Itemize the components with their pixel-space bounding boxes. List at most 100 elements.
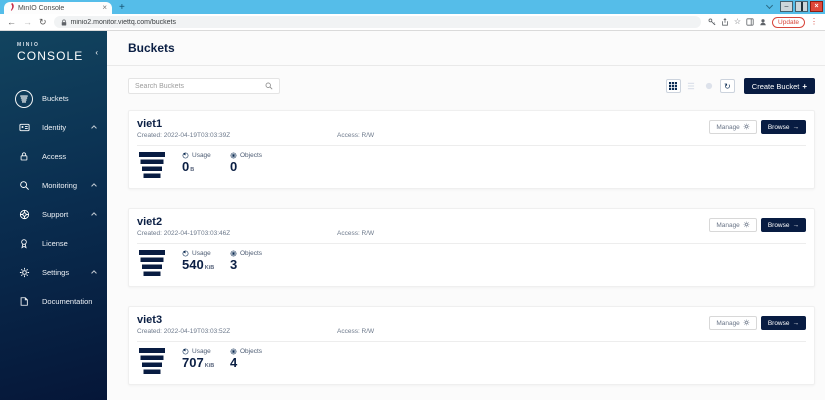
- usage-pie-icon: [182, 250, 189, 257]
- window-maximize-button[interactable]: [795, 1, 808, 12]
- sidebar-item-monitoring[interactable]: Monitoring: [0, 171, 107, 200]
- list-view-button[interactable]: [684, 79, 699, 93]
- key-icon[interactable]: [708, 18, 716, 26]
- sidebar-item-label: Settings: [42, 268, 70, 277]
- bucket-created: Created: 2022-04-19T03:03:46Z: [137, 230, 231, 237]
- minio-console-logo: MINIO CONSOLE: [0, 31, 107, 63]
- main-content: Buckets ↻ Create: [107, 31, 825, 400]
- window-controls: – ×: [765, 1, 823, 12]
- sidebar-item-license[interactable]: License: [0, 229, 107, 258]
- sidebar-item-label: License: [42, 239, 68, 248]
- sidebar-item-settings[interactable]: Settings: [0, 258, 107, 287]
- browser-titlebar: MinIO Console × + – ×: [0, 0, 825, 14]
- window-minimize-button[interactable]: –: [780, 1, 793, 12]
- sidebar-item-label: Access: [42, 152, 67, 161]
- side-panel-icon[interactable]: [746, 18, 754, 26]
- manage-button[interactable]: Manage: [709, 316, 757, 330]
- bucket-actions: Manage Browse →: [709, 218, 806, 232]
- bucket-icon: [137, 348, 167, 375]
- minio-console-app: MINIO CONSOLE ‹ Buckets Identity Access …: [0, 31, 825, 400]
- sidebar-item-access[interactable]: Access: [0, 142, 107, 171]
- minio-favicon-icon: [9, 3, 15, 13]
- chevron-down-icon[interactable]: [765, 1, 774, 9]
- bucket-icon: [137, 250, 167, 277]
- browser-tab[interactable]: MinIO Console ×: [4, 2, 112, 14]
- usage-unit: KiB: [204, 265, 215, 271]
- arrow-right-icon: →: [792, 221, 800, 229]
- back-button[interactable]: ←: [7, 17, 16, 27]
- usage-label: Usage: [192, 250, 211, 257]
- license-icon: [15, 235, 33, 253]
- bucket-list: viet1 Created: 2022-04-19T03:03:39Z Acce…: [128, 110, 815, 385]
- manage-label: Manage: [716, 319, 740, 327]
- sidebar-item-label: Identity: [42, 123, 67, 132]
- bucket-card-viet3: viet3 Created: 2022-04-19T03:03:52Z Acce…: [128, 306, 815, 385]
- gear-icon: [743, 319, 750, 328]
- gear-icon: [743, 221, 750, 230]
- profile-icon[interactable]: [759, 18, 767, 26]
- search-input[interactable]: [135, 82, 265, 90]
- usage-label-row: Usage: [182, 348, 216, 355]
- toolbar-right-icons: ☆ Update ⋮: [708, 16, 818, 28]
- chevron-up-icon: [91, 183, 97, 189]
- objects-stat: Objects 0: [230, 152, 264, 179]
- manage-button[interactable]: Manage: [709, 218, 757, 232]
- chevron-up-icon: [91, 125, 97, 131]
- gear-icon: [743, 123, 750, 132]
- usage-pie-icon: [182, 348, 189, 355]
- page-title: Buckets: [128, 41, 175, 55]
- create-bucket-label: Create Bucket: [751, 81, 800, 91]
- brand-minio: MINIO: [17, 42, 40, 48]
- sidebar-item-buckets[interactable]: Buckets: [0, 84, 107, 113]
- bucket-stats: Usage 540KiB Objects 3: [137, 250, 806, 277]
- sidebar-item-label: Buckets: [42, 94, 69, 103]
- browse-button[interactable]: Browse →: [760, 218, 806, 232]
- sidebar-item-documentation[interactable]: Documentation: [0, 287, 107, 316]
- access-lock-icon: [15, 148, 33, 166]
- usage-unit: KiB: [204, 363, 215, 369]
- browser-update-button[interactable]: Update: [772, 16, 805, 28]
- grid-view-button[interactable]: [665, 79, 681, 93]
- usage-value: 540KiB: [182, 257, 215, 272]
- create-bucket-button[interactable]: Create Bucket +: [743, 78, 815, 94]
- bookmark-star-icon[interactable]: ☆: [734, 18, 741, 26]
- share-icon[interactable]: [721, 18, 729, 26]
- usage-label-row: Usage: [182, 250, 216, 257]
- sidebar-item-support[interactable]: Support: [0, 200, 107, 229]
- manage-button[interactable]: Manage: [709, 120, 757, 134]
- url-text: minio2.monitor.viettq.com/buckets: [70, 18, 176, 26]
- objects-icon: [230, 348, 237, 355]
- browser-menu-icon[interactable]: ⋮: [810, 18, 818, 26]
- identity-icon: [15, 119, 33, 137]
- bucket-stats: Usage 707KiB Objects 4: [137, 348, 806, 375]
- bucket-meta: Created: 2022-04-19T03:03:52Z Access: R/…: [137, 328, 806, 342]
- usage-label: Usage: [192, 152, 211, 159]
- usage-label: Usage: [192, 348, 211, 355]
- new-tab-button[interactable]: +: [119, 2, 125, 13]
- sidebar-item-label: Documentation: [42, 297, 93, 306]
- refresh-button[interactable]: ↻: [719, 79, 735, 93]
- search-icon: [265, 77, 273, 95]
- sidebar: MINIO CONSOLE ‹ Buckets Identity Access …: [0, 31, 107, 400]
- browse-button[interactable]: Browse →: [760, 316, 806, 330]
- objects-value: 4: [230, 355, 238, 370]
- usage-stat: Usage 0B: [182, 152, 216, 179]
- address-bar[interactable]: minio2.monitor.viettq.com/buckets: [53, 16, 701, 28]
- objects-icon: [230, 250, 237, 257]
- forward-button[interactable]: →: [23, 17, 32, 27]
- bucket-actions: Manage Browse →: [709, 316, 806, 330]
- maximize-icon: [800, 2, 803, 11]
- reload-button[interactable]: ↻: [39, 17, 47, 27]
- bulk-select-button[interactable]: [702, 79, 717, 93]
- objects-icon: [230, 152, 237, 159]
- manage-label: Manage: [716, 123, 740, 131]
- window-close-button[interactable]: ×: [810, 1, 823, 12]
- manage-label: Manage: [716, 221, 740, 229]
- browse-label: Browse: [767, 123, 790, 131]
- tab-close-icon[interactable]: ×: [102, 4, 107, 12]
- sidebar-item-identity[interactable]: Identity: [0, 113, 107, 142]
- bucket-access: Access: R/W: [337, 132, 375, 139]
- sidebar-collapse-icon[interactable]: ‹: [95, 48, 98, 57]
- search-box: [128, 78, 280, 94]
- browse-button[interactable]: Browse →: [760, 120, 806, 134]
